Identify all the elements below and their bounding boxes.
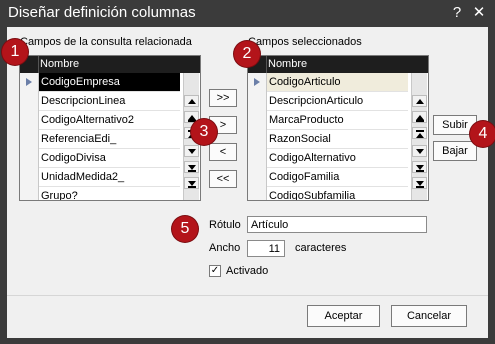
bar-icon [188,186,196,188]
field-name: CodigoAlternativo [269,152,356,164]
column-header-nombre[interactable]: Nombre [40,58,79,70]
scroll-last-button[interactable] [184,177,199,189]
rotulo-label: Rótulo [209,219,241,231]
grid-header: Nombre [20,56,200,73]
list-item[interactable]: DescripcionLinea [39,92,180,111]
ancho-input[interactable]: 11 [247,240,285,257]
grid-header: Nombre [248,56,428,73]
bar-icon [416,120,424,122]
list-item[interactable]: UnidadMedida2_ [39,168,180,187]
field-name: RazonSocial [269,133,331,145]
list-item[interactable]: CodigoFamilia [267,168,408,187]
scroll-bottom-button[interactable] [412,161,427,173]
list-item[interactable]: CodigoEmpresa [39,73,180,92]
current-row-arrow-icon [254,78,260,86]
list-item[interactable]: MarcaProducto [267,111,408,130]
field-name: MarcaProducto [269,114,344,126]
arrow-up-icon [416,99,424,104]
scroll-bottom-button[interactable] [184,161,199,173]
cancel-button[interactable]: Cancelar [391,305,467,327]
field-name: CodigoFamilia [269,171,340,183]
rotulo-value: Artículo [251,219,289,231]
scroll-top-button[interactable] [412,127,427,139]
list-item[interactable]: DescripcionArticulo [267,92,408,111]
field-name: CodigoAlternativo2 [41,114,134,126]
dialog-window: Diseñar definición columnas ? ✕ Campos d… [0,0,495,344]
annotation-badge: 5 [172,216,198,242]
arrow-down-icon [416,149,424,154]
activado-label[interactable]: Activado [226,265,268,277]
list-item[interactable]: ReferenciaEdi_ [39,130,180,149]
accept-button[interactable]: Aceptar [307,305,380,327]
annotation-badge: 3 [191,119,217,145]
field-name: CodigoEmpresa [41,76,120,88]
available-fields-grid[interactable]: Nombre CodigoEmpresa DescripcionLinea Co… [19,55,201,201]
arrow-up-icon [188,99,196,104]
list-item[interactable]: CodigoAlternativo [267,149,408,168]
bar-icon [188,170,196,172]
scroll-up-button[interactable] [184,95,199,107]
bar-icon [416,170,424,172]
left-panel-label: Campos de la consulta relacionada [20,36,192,48]
field-name: UnidadMedida2_ [41,171,125,183]
bar-icon [416,186,424,188]
field-name: ReferenciaEdi_ [41,133,117,145]
bar-icon [416,130,424,132]
add-all-button[interactable]: >> [209,89,237,107]
list-item[interactable]: Grupo? [39,187,180,201]
vertical-scrollbar[interactable] [411,73,427,200]
annotation-badge: 4 [470,121,495,147]
arrow-up-icon [416,133,424,138]
activado-checkbox[interactable]: ✓ [209,265,221,277]
field-name: Grupo? [41,190,78,201]
scroll-last-button[interactable] [412,177,427,189]
title-bar[interactable]: Diseñar definición columnas ? ✕ [0,0,495,27]
scroll-down-button[interactable] [184,145,199,157]
move-down-field-button[interactable]: Bajar [433,141,477,161]
column-header-nombre[interactable]: Nombre [268,58,307,70]
field-name: CodigoArticulo [269,76,341,88]
close-icon[interactable]: ✕ [470,4,488,22]
field-name: DescripcionLinea [41,95,126,107]
row-selector-column [248,73,267,200]
ancho-label: Ancho [209,242,241,254]
annotation-badge: 1 [2,39,28,65]
list-item[interactable]: CodigoArticulo [267,73,408,92]
field-name: CodigoDivisa [41,152,106,164]
list-item[interactable]: CodigoDivisa [39,149,180,168]
row-selector-column [20,73,39,200]
ancho-units: caracteres [295,242,347,254]
help-icon[interactable]: ? [448,4,466,22]
remove-all-button[interactable]: << [209,170,237,188]
move-up-button[interactable] [412,111,427,123]
scroll-up-button[interactable] [412,95,427,107]
scroll-down-button[interactable] [412,145,427,157]
field-name: CodigoSubfamilia [269,190,356,201]
right-panel-label: Campos seleccionados [248,36,362,48]
remove-one-button[interactable]: < [209,143,237,161]
annotation-badge: 2 [234,41,260,67]
list-item[interactable]: CodigoAlternativo2 [39,111,180,130]
list-item[interactable]: RazonSocial [267,130,408,149]
ancho-value: 11 [268,243,280,255]
field-name: DescripcionArticulo [269,95,364,107]
window-title: Diseñar definición columnas [8,4,196,21]
list-item[interactable]: CodigoSubfamilia [267,187,408,201]
selected-fields-grid[interactable]: Nombre CodigoArticulo DescripcionArticul… [247,55,429,201]
current-row-arrow-icon [26,78,32,86]
arrow-down-icon [188,149,196,154]
rotulo-input[interactable]: Artículo [247,216,427,233]
